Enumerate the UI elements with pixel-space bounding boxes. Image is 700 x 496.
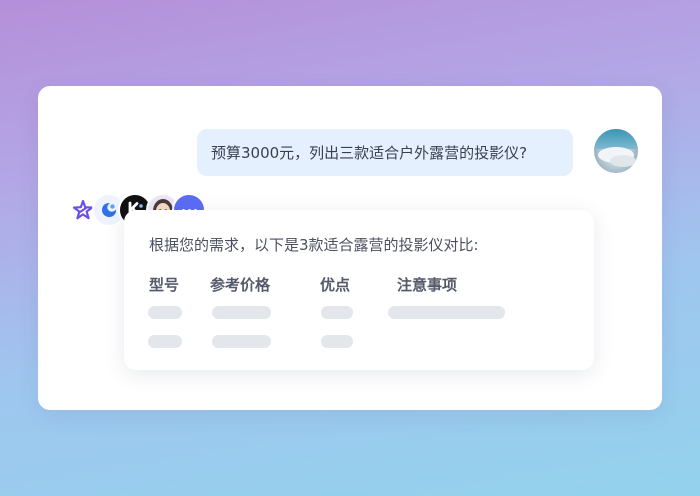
answer-intro-text: 根据您的需求，以下是3款适合露营的投影仪对比: xyxy=(149,236,479,254)
skeleton-cell xyxy=(148,306,182,319)
table-header-notes: 注意事项 xyxy=(397,276,458,294)
user-message-bubble: 预算3000元，列出三款适合户外露营的投影仪? xyxy=(197,129,573,176)
table-header-price: 参考价格 xyxy=(210,276,271,294)
skeleton-cell xyxy=(321,306,353,319)
skeleton-cell xyxy=(321,335,353,348)
table-header-pros: 优点 xyxy=(320,276,351,294)
skeleton-cell xyxy=(148,335,182,348)
table-header-model: 型号 xyxy=(149,276,180,294)
assistant-answer-card: 根据您的需求，以下是3款适合露营的投影仪对比: 型号 参考价格 优点 注意事项 xyxy=(124,210,594,370)
skeleton-cell xyxy=(388,306,505,319)
skeleton-cell xyxy=(212,335,271,348)
skeleton-cell xyxy=(212,306,271,319)
user-avatar[interactable] xyxy=(594,129,638,173)
user-message-text: 预算3000元，列出三款适合户外露营的投影仪? xyxy=(211,144,528,162)
